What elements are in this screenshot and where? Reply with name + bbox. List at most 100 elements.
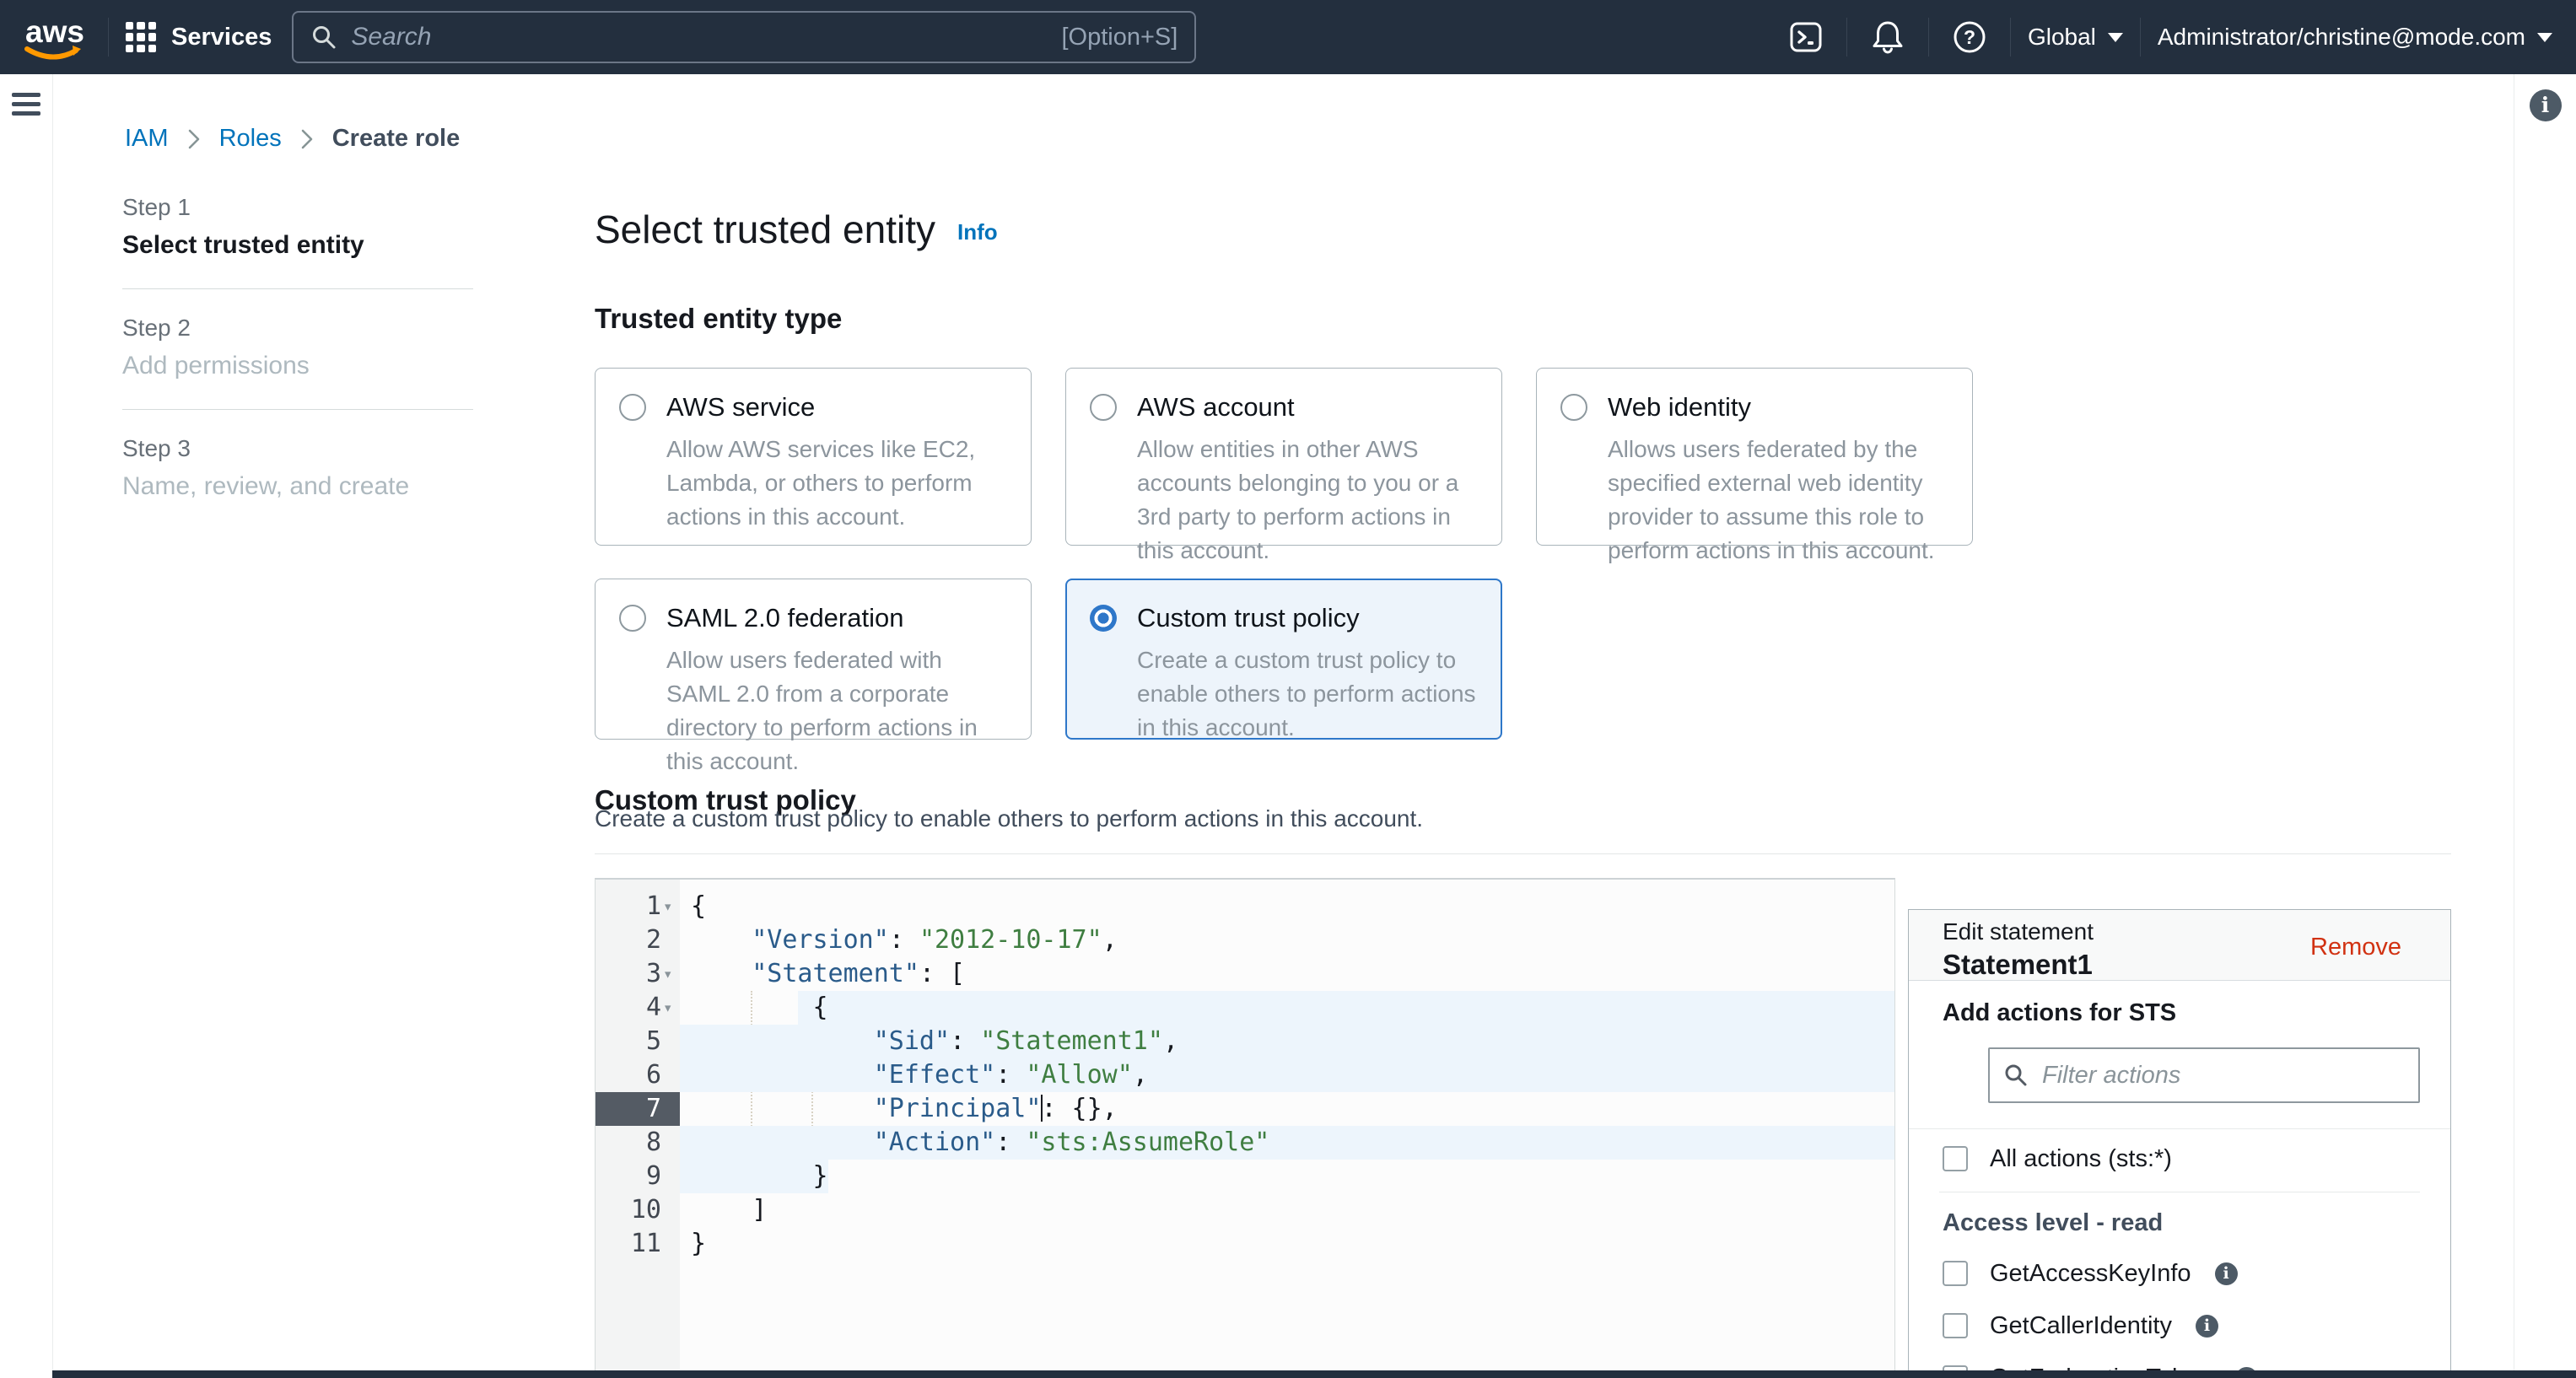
- iam-create-role-page: aws Services Search [Option+S]: [0, 0, 2576, 1378]
- aws-logo[interactable]: aws: [20, 12, 91, 62]
- code-line[interactable]: 9 }: [595, 1160, 1894, 1193]
- radio-icon[interactable]: [1560, 394, 1587, 421]
- cloudshell-button[interactable]: [1787, 19, 1824, 56]
- action-list: GetAccessKeyInfo i GetCallerIdentity i G…: [1909, 1257, 2450, 1371]
- topbar-divider: [2010, 18, 2011, 57]
- breadcrumb-link[interactable]: IAM: [125, 125, 169, 153]
- code-line[interactable]: 8 "Action": "sts:AssumeRole": [595, 1126, 1894, 1160]
- add-actions-heading: Add actions for STS: [1943, 999, 2450, 1027]
- search-shortcut-hint: [Option+S]: [1061, 24, 1178, 51]
- line-number-cell: 1 ▾: [595, 890, 680, 923]
- step-divider: [122, 409, 473, 410]
- entity-type-heading: Trusted entity type: [595, 303, 842, 335]
- code-text: "Effect": "Allow",: [680, 1058, 1894, 1092]
- action-label: GetCallerIdentity: [1990, 1312, 2172, 1340]
- breadcrumb-link[interactable]: Roles: [219, 125, 282, 153]
- entity-card-aws-account[interactable]: AWS account Allow entities in other AWS …: [1065, 368, 1502, 546]
- action-checkbox[interactable]: [1943, 1261, 1968, 1286]
- topbar-divider: [108, 18, 109, 57]
- account-label: Administrator/christine@mode.com: [2158, 24, 2525, 51]
- info-icon[interactable]: i: [2530, 89, 2562, 121]
- all-actions-label: All actions (sts:*): [1990, 1145, 2172, 1173]
- line-number-cell: 4 ▾: [595, 991, 680, 1025]
- line-number: 6: [595, 1058, 680, 1092]
- code-line[interactable]: 10 ]: [595, 1193, 1894, 1227]
- code-line[interactable]: 6 "Effect": "Allow",: [595, 1058, 1894, 1092]
- code-text: ]: [680, 1193, 1894, 1227]
- hamburger-menu-icon[interactable]: [12, 93, 40, 116]
- filter-placeholder: Filter actions: [2042, 1062, 2180, 1090]
- line-number: 5: [595, 1025, 680, 1058]
- region-selector[interactable]: Global: [2028, 24, 2123, 51]
- step-number: Step 2: [122, 315, 473, 342]
- action-label: GetAccessKeyInfo: [1990, 1260, 2191, 1288]
- line-number: 9: [595, 1160, 680, 1193]
- edit-statement-header: Edit statement Statement1 Remove: [1909, 910, 2450, 981]
- radio-icon[interactable]: [619, 394, 646, 421]
- entity-card-aws-service[interactable]: AWS service Allow AWS services like EC2,…: [595, 368, 1032, 546]
- info-icon[interactable]: i: [2215, 1262, 2238, 1285]
- code-line[interactable]: 2 "Version": "2012-10-17",: [595, 923, 1894, 957]
- radio-icon[interactable]: [619, 605, 646, 632]
- account-menu[interactable]: Administrator/christine@mode.com: [2158, 24, 2552, 51]
- fold-arrow-icon[interactable]: ▾: [663, 890, 680, 923]
- radio-icon[interactable]: [1090, 605, 1117, 632]
- wizard-step: Step 2 Add permissions: [122, 315, 473, 380]
- code-text: "Version": "2012-10-17",: [680, 923, 1894, 957]
- svg-text:?: ?: [1964, 26, 1975, 48]
- code-line[interactable]: 5 "Sid": "Statement1",: [595, 1025, 1894, 1058]
- line-number: 8: [595, 1126, 680, 1160]
- remove-statement-button[interactable]: Remove: [2310, 934, 2401, 961]
- line-number-cell: 11: [595, 1227, 680, 1261]
- card-title: SAML 2.0 federation: [666, 603, 1007, 633]
- trusted-entity-cards: AWS service Allow AWS services like EC2,…: [595, 368, 2012, 740]
- line-number: 11: [595, 1227, 680, 1261]
- code-text: "Action": "sts:AssumeRole": [680, 1126, 1894, 1160]
- code-line[interactable]: 4 ▾ {: [595, 991, 1894, 1025]
- all-actions-checkbox[interactable]: [1943, 1146, 1968, 1171]
- help-question-icon: ?: [1951, 19, 1988, 56]
- code-line[interactable]: 3 ▾ "Statement": [: [595, 957, 1894, 991]
- info-icon[interactable]: i: [2196, 1315, 2218, 1338]
- topbar-divider: [1928, 18, 1929, 57]
- help-button[interactable]: ?: [1951, 19, 1988, 56]
- code-text: {: [680, 890, 1894, 923]
- notifications-button[interactable]: [1869, 19, 1906, 56]
- topbar-divider: [1846, 18, 1847, 57]
- bell-icon: [1869, 19, 1906, 56]
- radio-icon[interactable]: [1090, 394, 1117, 421]
- access-level-heading: Access level - read: [1943, 1209, 2450, 1237]
- code-line[interactable]: 1 ▾ {: [595, 890, 1894, 923]
- breadcrumb-chevron-icon: [187, 128, 201, 150]
- search-icon: [310, 24, 337, 51]
- line-number-cell: 8: [595, 1126, 680, 1160]
- code-line[interactable]: 7 "Principal": {},: [595, 1092, 1894, 1126]
- services-label: Services: [171, 24, 272, 51]
- card-body: Web identity Allows users federated by t…: [1608, 392, 1948, 521]
- search-input[interactable]: Search [Option+S]: [292, 11, 1196, 63]
- card-description: Allows users federated by the specified …: [1608, 433, 1948, 568]
- title-info-link[interactable]: Info: [957, 219, 998, 245]
- card-body: SAML 2.0 federation Allow users federate…: [666, 603, 1007, 715]
- line-number-cell: 2: [595, 923, 680, 957]
- filter-actions-input[interactable]: Filter actions: [1988, 1047, 2420, 1103]
- policy-code-editor[interactable]: 1 ▾ { 2 "Version": "2012-10-17", 3 ▾ "St…: [595, 878, 1895, 1370]
- search-placeholder: Search: [351, 23, 1048, 51]
- cloudshell-terminal-icon: [1787, 19, 1824, 56]
- services-menu-button[interactable]: Services: [126, 22, 272, 52]
- fold-arrow-icon[interactable]: ▾: [663, 957, 680, 991]
- console-footer-edge: [52, 1370, 2576, 1378]
- aws-logo-icon: aws: [20, 12, 91, 62]
- entity-card-custom-trust-policy[interactable]: Custom trust policy Create a custom trus…: [1065, 579, 1502, 740]
- search-icon: [2003, 1063, 2029, 1088]
- code-line[interactable]: 11 }: [595, 1227, 1894, 1261]
- card-title: AWS service: [666, 392, 1007, 423]
- svg-text:aws: aws: [25, 14, 84, 49]
- services-grid-icon: [126, 22, 156, 52]
- entity-card-web-identity[interactable]: Web identity Allows users federated by t…: [1536, 368, 1973, 546]
- breadcrumb: IAMRolesCreate role: [125, 125, 460, 153]
- entity-card-saml-2-0-federation[interactable]: SAML 2.0 federation Allow users federate…: [595, 579, 1032, 740]
- action-checkbox[interactable]: [1943, 1313, 1968, 1338]
- fold-arrow-icon[interactable]: ▾: [663, 991, 680, 1025]
- card-description: Allow AWS services like EC2, Lambda, or …: [666, 433, 1007, 534]
